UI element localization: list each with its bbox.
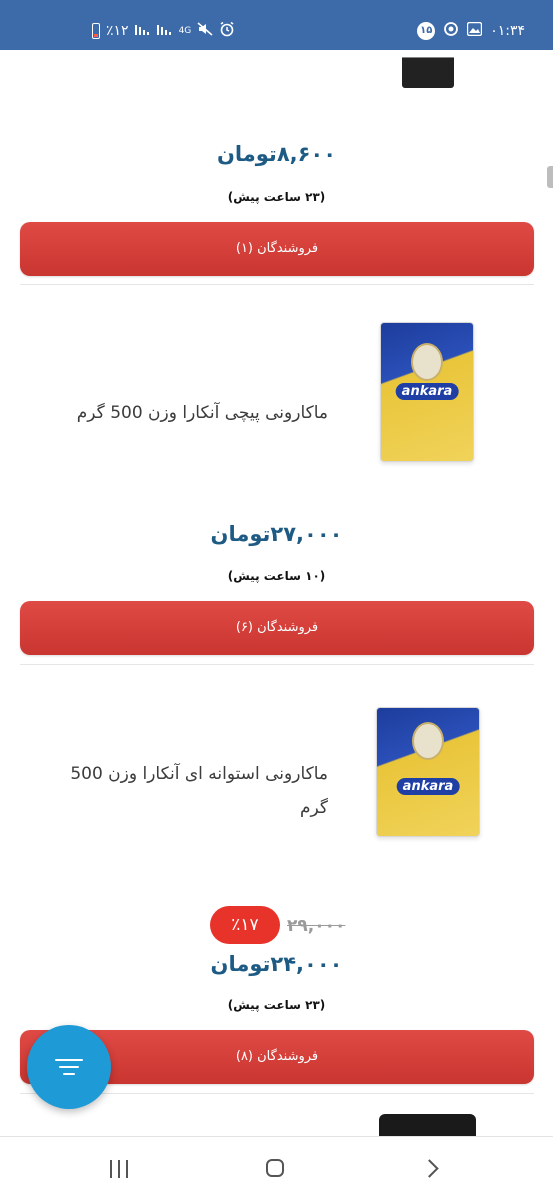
filter-button[interactable]	[27, 1025, 111, 1109]
system-nav-bar	[0, 1136, 553, 1201]
status-bar: ٪۱۲ 4G ۱۵ ۰۱:۳۴	[0, 0, 553, 50]
product-time-ago-3: (۲۳ ساعت پیش)	[227, 998, 326, 1012]
pack-brand-label: ankara	[396, 778, 460, 795]
divider	[20, 284, 534, 285]
sellers-button-2[interactable]: فروشندگان (۶)	[20, 601, 534, 655]
back-icon	[420, 1159, 439, 1178]
notification-count: ۱۵	[417, 22, 436, 40]
product-title-3[interactable]: ماکارونی استوانه ای آنکارا وزن 500 گرم	[28, 757, 328, 825]
old-price: ۲۹,۰۰۰	[287, 916, 346, 936]
home-button[interactable]	[257, 1153, 297, 1185]
alarm-icon	[219, 21, 235, 42]
product-image-2[interactable]: ankara	[380, 322, 474, 462]
pack-emblem-icon	[412, 722, 444, 760]
product-time-ago-2: (۱۰ ساعت پیش)	[227, 569, 326, 583]
product-price-1: ۸,۶۰۰تومان	[216, 142, 337, 166]
battery-percent: ٪۱۲	[106, 23, 129, 39]
discount-badge: ٪۱۷	[210, 906, 280, 944]
back-button[interactable]	[413, 1153, 453, 1185]
product-image-4[interactable]	[379, 1114, 476, 1136]
sync-icon	[443, 21, 459, 42]
network-type: 4G	[178, 25, 192, 36]
divider	[20, 664, 534, 665]
battery-icon	[92, 23, 100, 39]
product-list[interactable]: ۸,۶۰۰تومان (۲۳ ساعت پیش) فروشندگان (۱) a…	[0, 50, 553, 1136]
home-icon	[266, 1159, 284, 1177]
product-time-ago-1: (۲۳ ساعت پیش)	[227, 190, 326, 204]
product-title-2[interactable]: ماکارونی پیچی آنکارا وزن 500 گرم	[28, 396, 328, 430]
gallery-icon	[467, 21, 483, 41]
product-price-3: ۲۴,۰۰۰تومان	[210, 952, 343, 976]
product-title-3-line2: گرم	[300, 798, 328, 818]
status-icons-left: ٪۱۲ 4G	[92, 21, 235, 42]
product-image-1[interactable]	[402, 50, 454, 88]
signal-icon-2	[156, 22, 173, 41]
product-image-3[interactable]: ankara	[376, 707, 480, 837]
product-price-2: ۲۷,۰۰۰تومان	[210, 522, 343, 546]
product-title-3-line1: ماکارونی استوانه ای آنکارا وزن 500	[70, 764, 328, 784]
recents-button[interactable]	[100, 1153, 140, 1185]
pack-emblem-icon	[411, 343, 443, 381]
sellers-button-1[interactable]: فروشندگان (۱)	[20, 222, 534, 276]
clock-time: ۰۱:۳۴	[490, 23, 525, 39]
signal-icon	[134, 22, 151, 41]
scroll-indicator[interactable]	[547, 166, 553, 188]
mute-icon	[197, 21, 213, 41]
status-icons-right: ۱۵ ۰۱:۳۴	[417, 21, 525, 42]
pack-brand-label: ankara	[395, 383, 459, 400]
